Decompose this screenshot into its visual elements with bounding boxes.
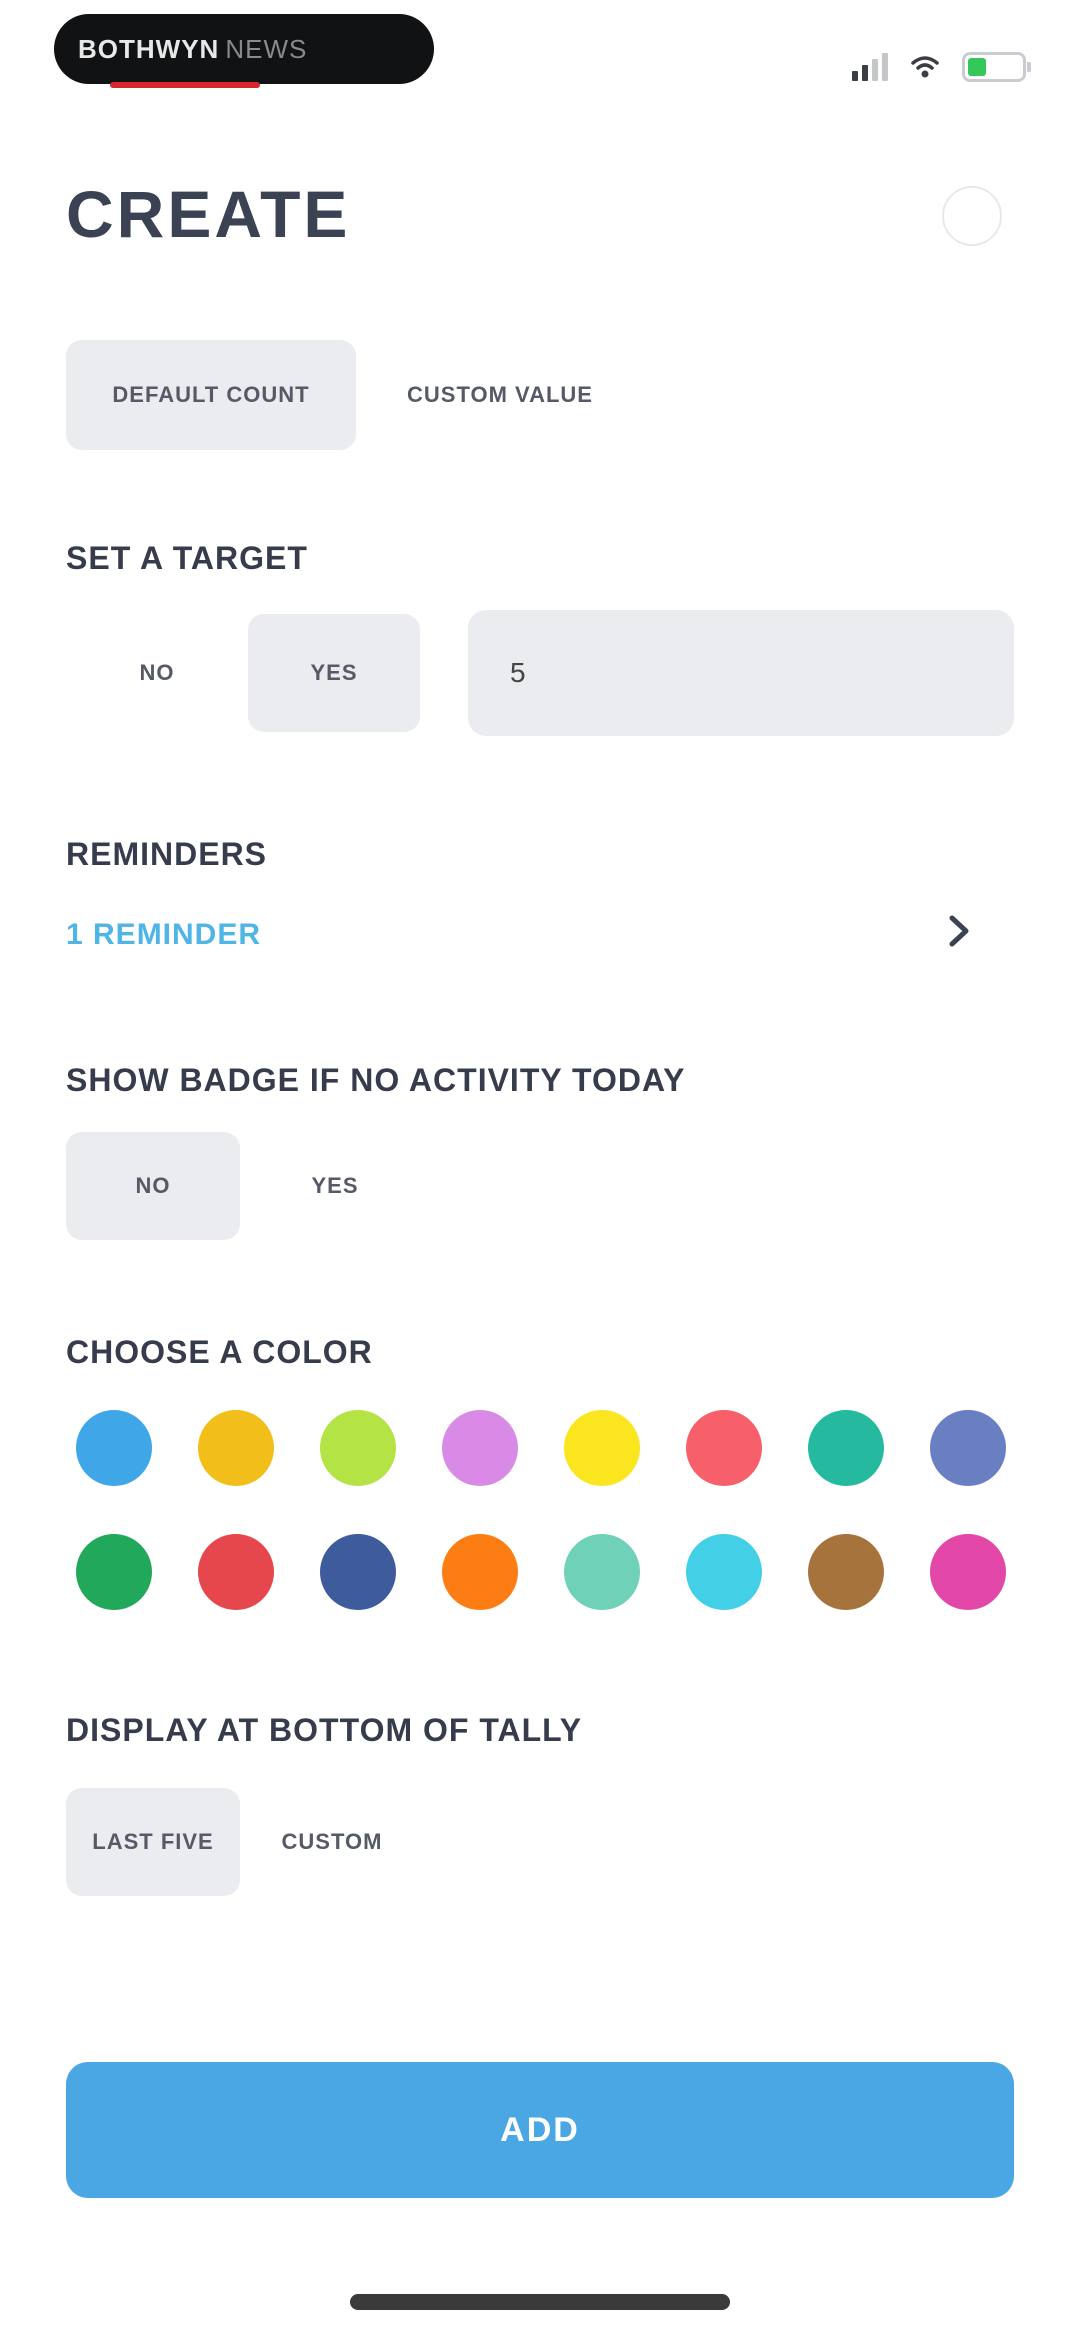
color-swatch[interactable] [442, 1410, 518, 1486]
color-label: CHOOSE A COLOR [66, 1334, 373, 1370]
signal-icon [852, 53, 888, 81]
page-title: CREATE [66, 177, 351, 251]
reminders-link[interactable]: 1 REMINDER [66, 918, 261, 952]
status-pill-text: BOTHWYN [78, 33, 220, 64]
reminders-label: REMINDERS [66, 836, 268, 872]
badge-yes-button[interactable]: YES [270, 1132, 400, 1240]
color-swatch[interactable] [320, 1410, 396, 1486]
tab-custom-value[interactable]: CUSTOM VALUE [380, 340, 620, 450]
color-swatch[interactable] [564, 1534, 640, 1610]
home-indicator [350, 2294, 730, 2310]
status-pill: BOTHWYN NEWS [54, 14, 434, 84]
display-last-five-button[interactable]: LAST FIVE [66, 1788, 240, 1896]
status-pill-subtext: NEWS [225, 33, 308, 64]
target-value: 5 [510, 657, 526, 688]
color-swatch[interactable] [930, 1410, 1006, 1486]
color-swatch[interactable] [198, 1410, 274, 1486]
chevron-right-icon[interactable] [938, 910, 980, 952]
color-swatch[interactable] [564, 1410, 640, 1486]
color-swatch[interactable] [808, 1534, 884, 1610]
target-label: SET A TARGET [66, 540, 308, 576]
tab-default-count[interactable]: DEFAULT COUNT [66, 340, 356, 450]
color-swatch[interactable] [808, 1410, 884, 1486]
color-swatch[interactable] [198, 1534, 274, 1610]
battery-icon [962, 52, 1031, 82]
status-icons [852, 52, 1031, 82]
color-swatch[interactable] [930, 1534, 1006, 1610]
wifi-icon [911, 56, 939, 78]
display-label: DISPLAY AT BOTTOM OF TALLY [66, 1712, 583, 1748]
add-button[interactable]: ADD [66, 2062, 1014, 2198]
color-swatch[interactable] [442, 1534, 518, 1610]
color-swatch[interactable] [686, 1534, 762, 1610]
color-swatch[interactable] [686, 1410, 762, 1486]
target-no-button[interactable]: NO [92, 614, 222, 732]
status-pill-underline [110, 82, 260, 88]
color-swatch[interactable] [320, 1534, 396, 1610]
color-swatch[interactable] [76, 1534, 152, 1610]
badge-label: SHOW BADGE IF NO ACTIVITY TODAY [66, 1062, 686, 1098]
badge-no-button[interactable]: NO [66, 1132, 240, 1240]
circle-icon[interactable] [942, 186, 1002, 246]
target-value-input[interactable]: 5 [468, 610, 1014, 736]
display-custom-button[interactable]: CUSTOM [262, 1788, 402, 1896]
color-swatch[interactable] [76, 1410, 152, 1486]
target-yes-button[interactable]: YES [248, 614, 420, 732]
